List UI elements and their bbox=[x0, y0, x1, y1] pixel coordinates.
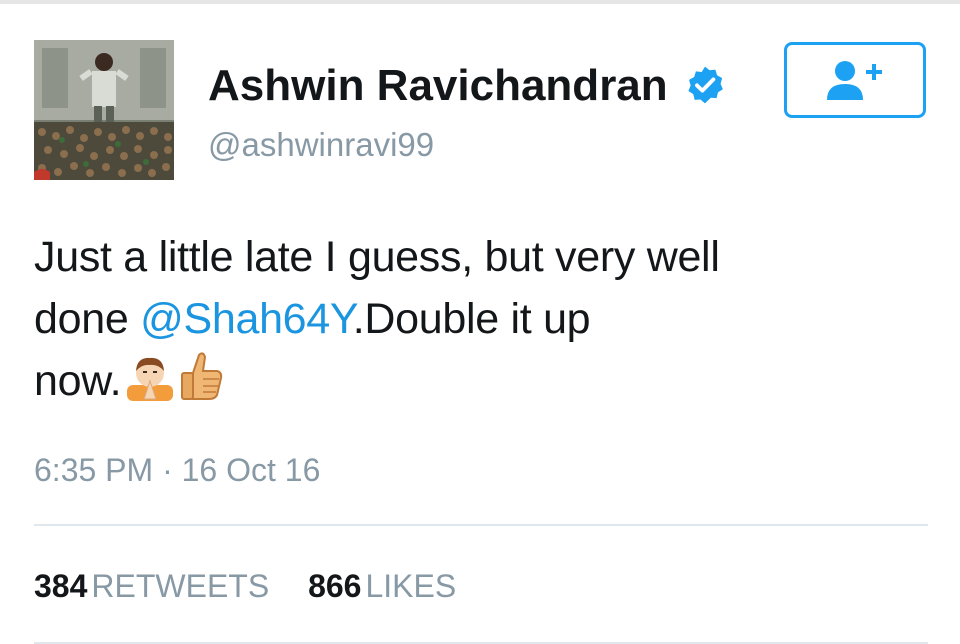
follow-button[interactable] bbox=[784, 42, 926, 118]
user-handle[interactable]: @ashwinravi99 bbox=[208, 124, 434, 166]
avatar[interactable] bbox=[34, 40, 174, 180]
avatar-photo bbox=[34, 40, 174, 180]
retweets-stat[interactable]: 384 RETWEETS bbox=[34, 566, 269, 606]
tweet-line-3-text: now. bbox=[34, 357, 122, 405]
thumbs-up-emoji-icon bbox=[179, 351, 223, 418]
divider bbox=[34, 524, 928, 526]
likes-count: 866 bbox=[308, 568, 362, 604]
likes-label: LIKES bbox=[365, 568, 457, 604]
tweet-line-2-prefix: done bbox=[34, 295, 141, 343]
tweet-line-3: now. bbox=[34, 350, 924, 418]
mention-link[interactable]: @Shah64Y bbox=[140, 295, 353, 343]
tweet-line-2-suffix: .Double it up bbox=[352, 295, 591, 343]
retweets-label: RETWEETS bbox=[91, 568, 270, 604]
retweets-count: 384 bbox=[34, 568, 88, 604]
tweet-line-2: done @Shah64Y.Double it up bbox=[34, 288, 924, 350]
likes-stat[interactable]: 866 LIKES bbox=[308, 566, 456, 606]
tweet-stats: 384 RETWEETS 866 LIKES bbox=[34, 566, 486, 606]
tweet-text: Just a little late I guess, but very wel… bbox=[34, 226, 924, 418]
tweet-timestamp[interactable]: 6:35 PM · 16 Oct 16 bbox=[34, 450, 320, 490]
tweet-line-1: Just a little late I guess, but very wel… bbox=[34, 233, 720, 281]
display-name[interactable]: Ashwin Ravichandran bbox=[208, 60, 668, 112]
folded-hands-emoji-icon bbox=[125, 355, 175, 418]
tweet-card: Ashwin Ravichandran @ashwinravi99 Just a… bbox=[0, 0, 960, 644]
verified-badge-icon bbox=[688, 66, 723, 104]
add-user-icon bbox=[827, 61, 882, 100]
